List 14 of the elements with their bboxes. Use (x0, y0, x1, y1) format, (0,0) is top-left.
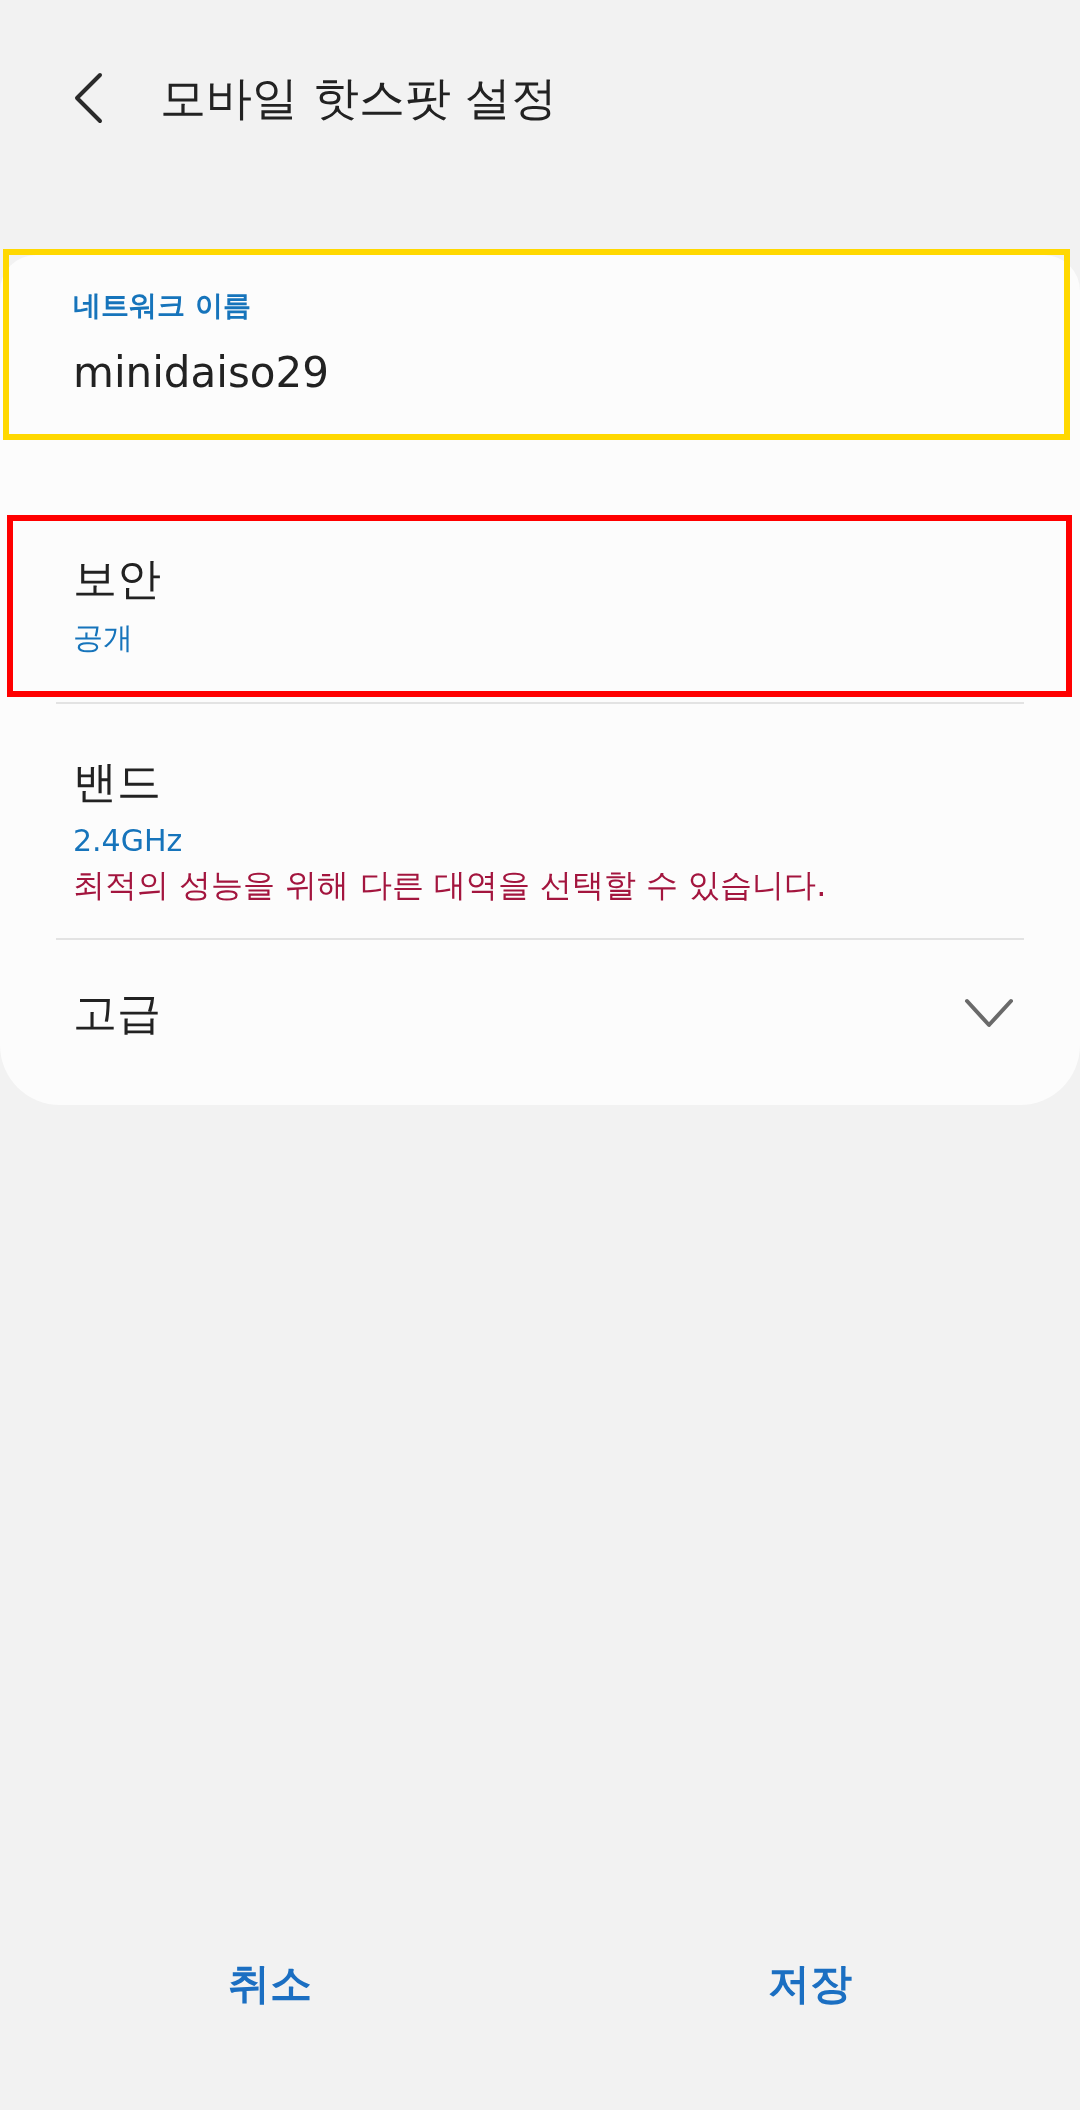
back-icon[interactable] (72, 72, 104, 124)
save-button[interactable]: 저장 (540, 1934, 1080, 2034)
setting-title[interactable]: 밴드 (73, 756, 161, 808)
network-name-field[interactable]: 네트워크 이름 minidaiso29 (73, 287, 329, 397)
setting-title[interactable]: 고급 (73, 987, 161, 1039)
field-value: minidaiso29 (73, 349, 329, 397)
page-title: 모바일 핫스팟 설정 (160, 70, 558, 126)
setting-title[interactable]: 보안 (73, 553, 161, 605)
setting-note: 최적의 성능을 위해 다른 대역을 선택할 수 있습니다. (73, 866, 827, 904)
setting-value: 2.4GHz (73, 822, 183, 860)
cancel-button[interactable]: 취소 (0, 1934, 540, 2034)
chevron-down-icon[interactable] (964, 998, 1014, 1028)
setting-value: 공개 (73, 619, 133, 657)
field-label: 네트워크 이름 (73, 288, 252, 324)
